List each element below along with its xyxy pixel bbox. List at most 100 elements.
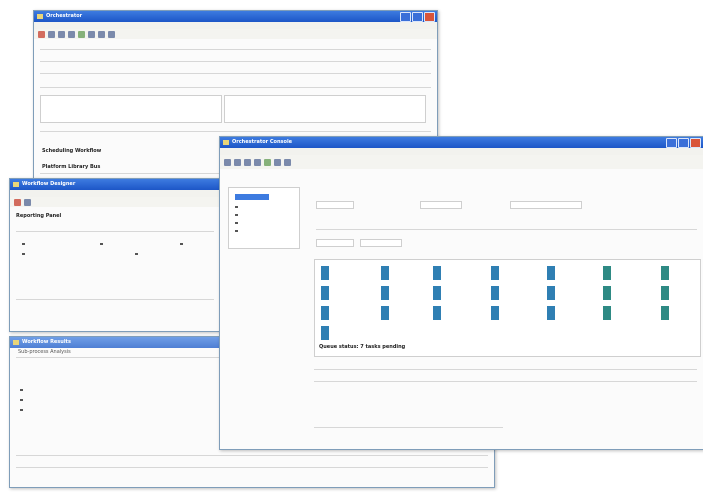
run-icon[interactable] bbox=[264, 158, 271, 166]
row-divider bbox=[16, 231, 214, 232]
menu-bar[interactable] bbox=[34, 22, 437, 29]
row-divider bbox=[16, 455, 488, 456]
list-bullet bbox=[22, 253, 25, 255]
row-divider bbox=[40, 73, 431, 74]
back-icon[interactable] bbox=[224, 158, 231, 166]
designer-window[interactable]: Workflow Designer Reporting Panel bbox=[9, 178, 221, 332]
task-tile[interactable] bbox=[491, 266, 499, 280]
task-tile[interactable] bbox=[491, 306, 499, 320]
run-icon[interactable] bbox=[78, 30, 85, 38]
app-icon bbox=[13, 182, 19, 187]
window-title: Workflow Results bbox=[22, 339, 71, 345]
title-bar[interactable]: Orchestrator Console bbox=[220, 137, 703, 148]
refresh-icon[interactable] bbox=[68, 30, 75, 38]
task-tile[interactable] bbox=[547, 306, 555, 320]
maximize-icon[interactable] bbox=[678, 138, 689, 148]
row-divider bbox=[40, 131, 431, 132]
task-tile[interactable] bbox=[433, 286, 441, 300]
tree-item[interactable] bbox=[235, 230, 238, 232]
task-tile[interactable] bbox=[321, 286, 329, 300]
window-title: Workflow Designer bbox=[22, 181, 76, 187]
list-bullet bbox=[100, 243, 103, 245]
section-heading: Scheduling Workflow bbox=[42, 148, 102, 154]
app-icon bbox=[223, 140, 229, 145]
window-controls[interactable] bbox=[400, 12, 435, 22]
menu-bar[interactable] bbox=[220, 148, 703, 155]
row-divider bbox=[16, 299, 214, 300]
tree-item-selected[interactable] bbox=[235, 194, 269, 200]
text-field[interactable] bbox=[420, 201, 462, 209]
task-tile[interactable] bbox=[381, 286, 389, 300]
text-field[interactable] bbox=[510, 201, 582, 209]
navigation-tree[interactable] bbox=[228, 187, 300, 249]
row-divider bbox=[16, 467, 488, 468]
row-divider bbox=[40, 49, 431, 50]
task-tile[interactable] bbox=[661, 286, 669, 300]
app-icon bbox=[13, 340, 19, 345]
list-bullet bbox=[22, 243, 25, 245]
tree-item[interactable] bbox=[235, 214, 238, 216]
text-field[interactable] bbox=[360, 239, 402, 247]
title-bar[interactable]: Orchestrator bbox=[34, 11, 437, 22]
task-tile[interactable] bbox=[321, 306, 329, 320]
menu-bar[interactable] bbox=[10, 190, 220, 197]
task-tile[interactable] bbox=[603, 266, 611, 280]
task-tile[interactable] bbox=[491, 286, 499, 300]
task-tile[interactable] bbox=[661, 306, 669, 320]
row-divider bbox=[314, 369, 697, 370]
title-bar[interactable]: Workflow Designer bbox=[10, 179, 220, 190]
zoom-icon[interactable] bbox=[274, 158, 281, 166]
section-heading: Platform Library Bus bbox=[42, 164, 101, 170]
tree-item[interactable] bbox=[235, 206, 238, 208]
forward-icon[interactable] bbox=[58, 30, 65, 38]
section-heading: Sub-process Analysis bbox=[18, 349, 71, 355]
help-icon[interactable] bbox=[284, 158, 291, 166]
minimize-icon[interactable] bbox=[666, 138, 677, 148]
row-divider bbox=[40, 61, 431, 62]
forward-icon[interactable] bbox=[234, 158, 241, 166]
task-tile[interactable] bbox=[381, 306, 389, 320]
text-field[interactable] bbox=[316, 201, 354, 209]
task-tile[interactable] bbox=[321, 266, 329, 280]
task-tile[interactable] bbox=[433, 266, 441, 280]
stop-icon[interactable] bbox=[14, 198, 21, 206]
panel-heading: Reporting Panel bbox=[16, 213, 62, 219]
console-window[interactable]: Orchestrator Console Queue status: 7 tas… bbox=[219, 136, 703, 450]
close-icon[interactable] bbox=[424, 12, 435, 22]
tab-strip[interactable] bbox=[224, 95, 426, 123]
task-tile[interactable] bbox=[547, 286, 555, 300]
toolbar[interactable] bbox=[220, 155, 703, 169]
row-divider bbox=[40, 87, 431, 88]
task-tile[interactable] bbox=[433, 306, 441, 320]
settings-icon[interactable] bbox=[108, 30, 115, 38]
properties-panel[interactable] bbox=[40, 95, 222, 123]
task-tile[interactable] bbox=[603, 286, 611, 300]
row-divider bbox=[314, 381, 697, 382]
folder-icon[interactable] bbox=[244, 158, 251, 166]
toolbar[interactable] bbox=[34, 29, 437, 39]
workflow-grid[interactable]: Queue status: 7 tasks pending bbox=[314, 259, 701, 357]
maximize-icon[interactable] bbox=[412, 12, 423, 22]
window-title: Orchestrator bbox=[46, 13, 83, 19]
list-bullet bbox=[180, 243, 183, 245]
task-tile[interactable] bbox=[603, 306, 611, 320]
task-tile[interactable] bbox=[381, 266, 389, 280]
toolbar[interactable] bbox=[10, 197, 220, 207]
save-icon[interactable] bbox=[88, 30, 95, 38]
status-summary: Queue status: 7 tasks pending bbox=[319, 344, 406, 350]
task-tile[interactable] bbox=[547, 266, 555, 280]
print-icon[interactable] bbox=[98, 30, 105, 38]
close-icon[interactable] bbox=[690, 138, 701, 148]
stop-icon[interactable] bbox=[38, 30, 45, 38]
window-title: Orchestrator Console bbox=[232, 139, 293, 145]
text-field[interactable] bbox=[316, 239, 354, 247]
app-icon bbox=[37, 14, 43, 19]
tree-item[interactable] bbox=[235, 222, 238, 224]
task-tile[interactable] bbox=[661, 266, 669, 280]
back-icon[interactable] bbox=[48, 30, 55, 38]
task-tile[interactable] bbox=[321, 326, 329, 340]
window-controls[interactable] bbox=[666, 138, 701, 148]
save-icon[interactable] bbox=[254, 158, 261, 166]
search-icon[interactable] bbox=[24, 198, 31, 206]
minimize-icon[interactable] bbox=[400, 12, 411, 22]
